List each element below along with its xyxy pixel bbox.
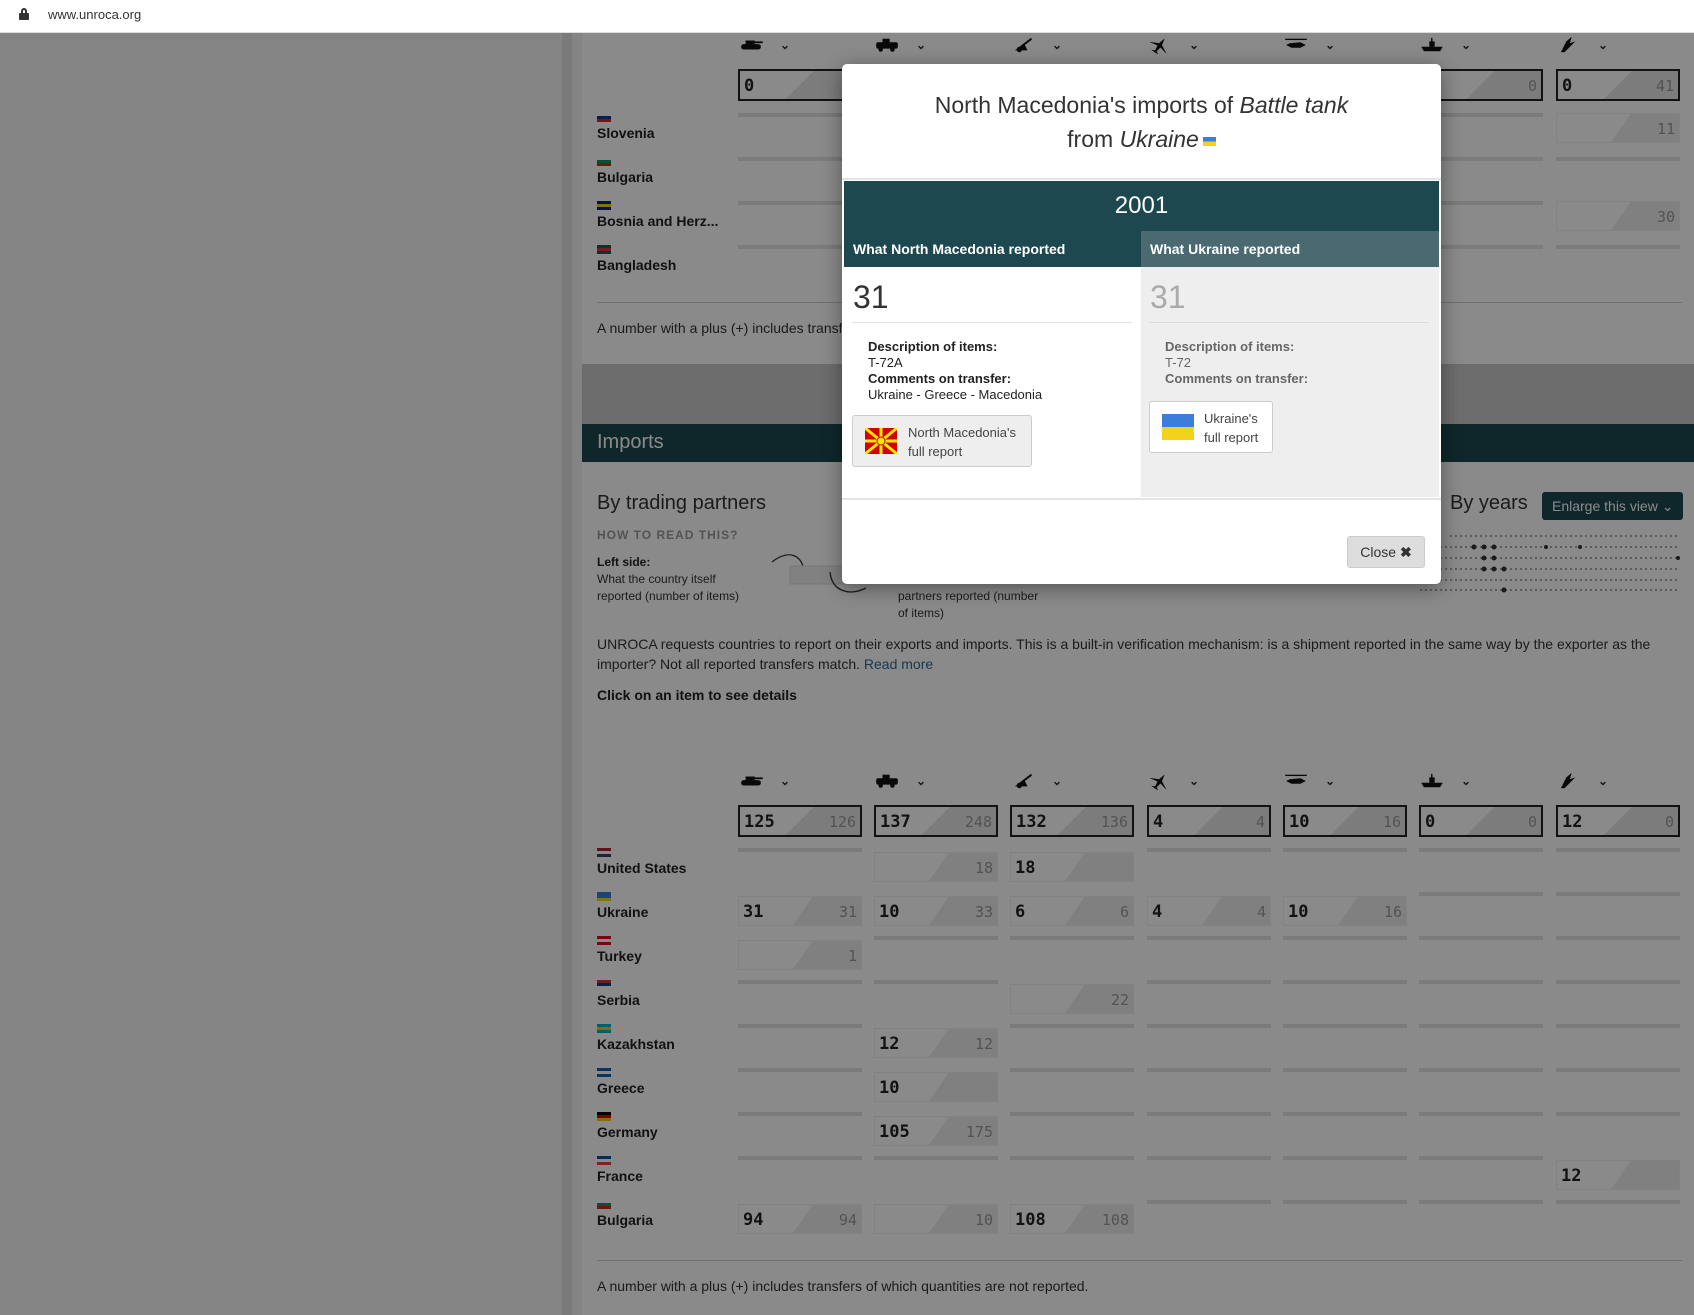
transfer-detail-modal: North Macedonia's imports of Battle tank… [842,64,1441,584]
year-header: 2001 [844,181,1439,231]
north-macedonia-report-button[interactable]: North Macedonia's full report [852,415,1032,467]
browser-address-bar[interactable]: www.unroca.org [0,0,1694,33]
exporter-quantity: 31 [1150,279,1186,315]
importer-quantity: 31 [853,279,889,315]
modal-title: North Macedonia's imports of Battle tank… [934,92,1349,152]
url-text[interactable]: www.unroca.org [48,7,141,22]
importer-report-panel: 31 Description of items: T-72A Comments … [844,267,1141,497]
importer-column-header: What North Macedonia reported [844,231,1141,267]
ukraine-flag-icon [1162,414,1194,440]
exporter-column-header: What Ukraine reported [1141,231,1439,267]
north-macedonia-flag-icon [865,428,897,454]
importer-description: Description of items: T-72A Comments on … [868,339,1043,402]
exporter-description: Description of items: T-72 Comments on t… [1165,339,1309,386]
close-button[interactable]: Close ✖ [1347,536,1425,568]
exporter-report-panel: 31 Description of items: T-72 Comments o… [1141,267,1439,497]
ukraine-flag-icon [1202,137,1216,146]
close-icon: ✖ [1399,544,1412,560]
ukraine-report-button[interactable]: Ukraine's full report [1149,401,1273,453]
lock-icon [19,8,29,20]
modal-title-divider [842,178,1441,180]
modal-footer-divider [842,498,1441,500]
